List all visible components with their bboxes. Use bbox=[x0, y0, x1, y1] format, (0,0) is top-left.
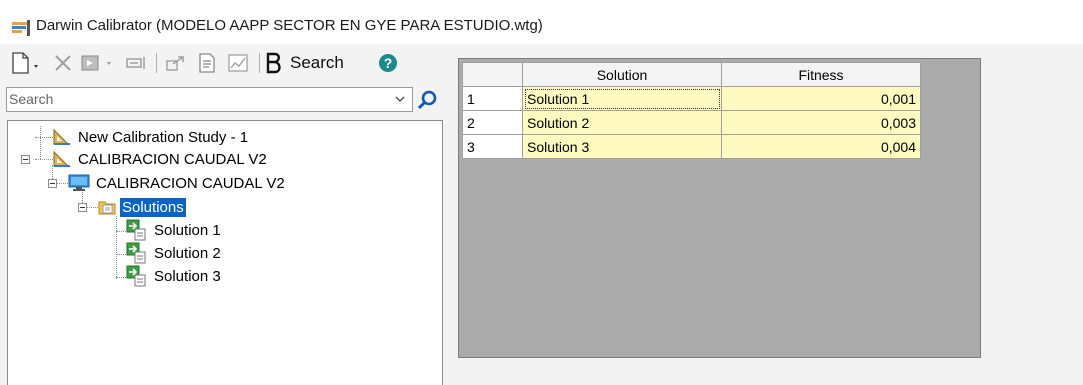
search-button-label: Search bbox=[290, 53, 344, 72]
export-button[interactable] bbox=[162, 50, 190, 76]
grid-background: Solution Fitness 1 Solution 1 0,001 2 So… bbox=[460, 60, 979, 356]
solution-cell[interactable]: Solution 1 bbox=[522, 86, 722, 111]
solution-cell[interactable]: Solution 2 bbox=[522, 110, 722, 135]
fitness-cell[interactable]: 0,003 bbox=[721, 110, 921, 135]
row-number[interactable]: 1 bbox=[462, 86, 523, 111]
report-button[interactable] bbox=[194, 50, 220, 76]
search-icon[interactable] bbox=[416, 88, 440, 112]
tree-item-solution-2[interactable]: Solution 2 bbox=[126, 242, 223, 264]
monitor-icon bbox=[68, 174, 90, 191]
tree-connector bbox=[116, 254, 126, 255]
tree-item-calibracion-caudal-study[interactable]: CALIBRACION CAUDAL V2 bbox=[52, 148, 269, 170]
fitness-cell[interactable]: 0,001 bbox=[721, 86, 921, 111]
new-button[interactable] bbox=[8, 50, 44, 76]
tree-connector bbox=[116, 231, 126, 232]
tree-item-solutions[interactable]: Solutions bbox=[98, 196, 186, 218]
svg-text:?: ? bbox=[384, 55, 393, 71]
tree-item-calibracion-caudal-run[interactable]: CALIBRACION CAUDAL V2 bbox=[68, 172, 287, 194]
solution-cell[interactable]: Solution 3 bbox=[522, 134, 722, 159]
collapse-toggle[interactable] bbox=[78, 203, 87, 212]
calibration-study-icon bbox=[53, 150, 70, 167]
compute-icon bbox=[81, 55, 111, 71]
table-row[interactable]: 1 Solution 1 0,001 bbox=[462, 86, 921, 111]
tree-item-new-calibration-study[interactable]: New Calibration Study - 1 bbox=[52, 126, 250, 148]
tree-item-label: Solution 2 bbox=[154, 244, 221, 262]
tree-item-label: Solutions bbox=[120, 197, 186, 217]
tree-connector bbox=[116, 216, 117, 279]
fitness-cell[interactable]: 0,004 bbox=[721, 134, 921, 159]
solution-icon bbox=[126, 219, 146, 241]
delete-x-icon bbox=[55, 55, 71, 71]
darwin-calibrator-icon bbox=[12, 20, 30, 36]
compute-button[interactable] bbox=[80, 50, 120, 76]
search-input[interactable] bbox=[7, 88, 379, 110]
solution-icon bbox=[126, 242, 146, 264]
row-header-corner[interactable] bbox=[462, 62, 523, 87]
run-dropdown-icon bbox=[126, 57, 145, 69]
export-icon bbox=[166, 56, 184, 71]
graph-button[interactable] bbox=[224, 50, 252, 76]
row-number[interactable]: 3 bbox=[462, 134, 523, 159]
tree-view[interactable]: New Calibration Study - 1 CALIBRACION CA… bbox=[7, 120, 443, 385]
run-dropdown-button[interactable] bbox=[124, 50, 150, 76]
chevron-down-icon[interactable] bbox=[394, 93, 406, 105]
tree-item-label: CALIBRACION CAUDAL V2 bbox=[78, 150, 267, 168]
tree-connector bbox=[40, 126, 41, 159]
graph-icon bbox=[228, 54, 248, 72]
calibration-study-icon bbox=[53, 128, 70, 145]
column-header-fitness[interactable]: Fitness bbox=[721, 62, 921, 87]
row-number[interactable]: 2 bbox=[462, 110, 523, 135]
tree-connector bbox=[116, 277, 126, 278]
folder-icon bbox=[98, 201, 116, 215]
search-box bbox=[6, 87, 413, 112]
panel-background bbox=[981, 58, 1083, 358]
table-row[interactable]: 2 Solution 2 0,003 bbox=[462, 110, 921, 135]
tree-item-solution-3[interactable]: Solution 3 bbox=[126, 265, 223, 287]
solutions-grid[interactable]: Solution Fitness 1 Solution 1 0,001 2 So… bbox=[462, 62, 921, 159]
delete-button[interactable] bbox=[50, 50, 76, 76]
toolbar-separator bbox=[259, 53, 260, 73]
window-title: Darwin Calibrator (MODELO AAPP SECTOR EN… bbox=[36, 17, 543, 34]
help-button[interactable]: ? bbox=[374, 50, 402, 76]
help-icon: ? bbox=[379, 54, 397, 72]
collapse-toggle[interactable] bbox=[48, 179, 57, 188]
solution-icon bbox=[126, 265, 146, 287]
work-area: Search ? Search New Calibration Study - … bbox=[0, 44, 1083, 385]
title-bar: Darwin Calibrator (MODELO AAPP SECTOR EN… bbox=[0, 0, 1083, 44]
tree-item-solution-1[interactable]: Solution 1 bbox=[126, 219, 223, 241]
solutions-grid-panel: Solution Fitness 1 Solution 1 0,001 2 So… bbox=[458, 58, 981, 358]
grid-header-row: Solution Fitness bbox=[462, 62, 921, 87]
toolbar: Search ? bbox=[0, 44, 450, 84]
search-toolbar-button[interactable]: Search bbox=[264, 50, 374, 76]
tree-item-label: CALIBRACION CAUDAL V2 bbox=[96, 174, 285, 192]
toolbar-separator bbox=[156, 53, 157, 73]
table-row[interactable]: 3 Solution 3 0,004 bbox=[462, 134, 921, 159]
bold-b-icon bbox=[266, 52, 281, 74]
tree-item-label: Solution 3 bbox=[154, 267, 221, 285]
tree-item-label: Solution 1 bbox=[154, 221, 221, 239]
new-document-icon bbox=[12, 52, 38, 74]
report-icon bbox=[199, 53, 215, 73]
column-header-solution[interactable]: Solution bbox=[522, 62, 722, 87]
collapse-toggle[interactable] bbox=[21, 155, 30, 164]
tree-item-label: New Calibration Study - 1 bbox=[78, 128, 249, 146]
